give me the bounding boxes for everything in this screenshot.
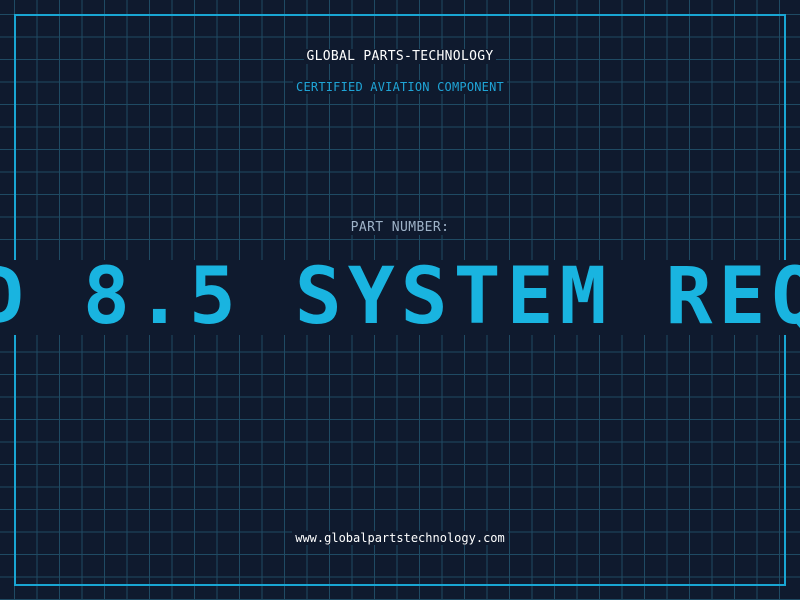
certification-subtitle: CERTIFIED AVIATION COMPONENT: [0, 80, 800, 94]
part-number-value: D 8.5 SYSTEM REQUIR: [0, 260, 800, 335]
part-number-band: D 8.5 SYSTEM REQUIR: [0, 260, 800, 335]
certification-subtitle-text: CERTIFIED AVIATION COMPONENT: [293, 80, 507, 94]
website-url[interactable]: www.globalpartstechnology.com: [0, 531, 800, 545]
part-number-label-text: PART NUMBER:: [347, 220, 453, 235]
website-url-text[interactable]: www.globalpartstechnology.com: [292, 531, 508, 545]
company-name: GLOBAL PARTS-TECHNOLOGY: [0, 49, 800, 64]
part-number-label: PART NUMBER:: [0, 220, 800, 235]
company-name-text: GLOBAL PARTS-TECHNOLOGY: [303, 49, 497, 64]
